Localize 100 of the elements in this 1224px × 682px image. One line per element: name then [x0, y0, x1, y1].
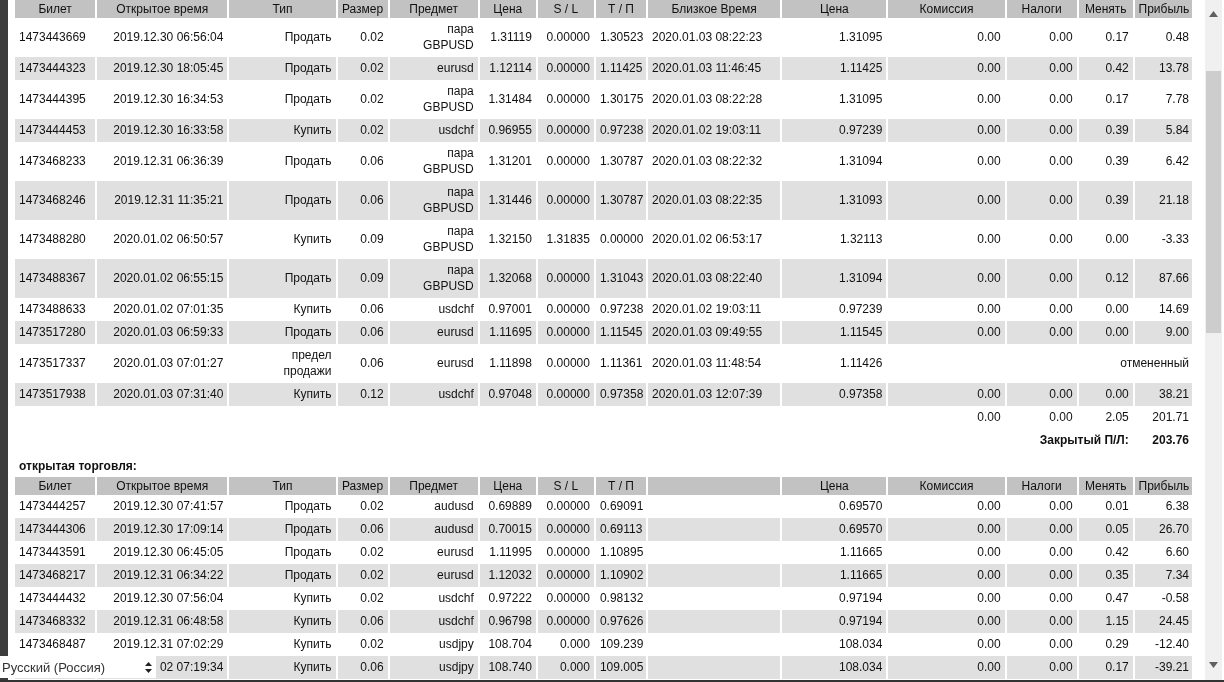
- table-cell-text: 0.00000: [598, 231, 645, 248]
- table-cell-text: 0.69889: [487, 498, 533, 515]
- column-header: Комиссия: [888, 0, 1005, 18]
- table-cell-text: -3.33: [1160, 231, 1190, 248]
- table-cell-text: 2.05: [1104, 409, 1130, 426]
- table-cell-text: 108.034: [838, 636, 884, 653]
- table-cell: 38.21: [1134, 383, 1192, 406]
- table-cell: 0.00: [1006, 610, 1077, 633]
- table-cell-text: Продать: [283, 29, 333, 46]
- table-cell: 1.31094: [782, 259, 887, 298]
- table-cell-text: 108.704: [487, 636, 533, 653]
- table-cell-text: Продать: [283, 544, 333, 561]
- table-cell-text: 2020.01.03 08:22:32: [651, 153, 764, 170]
- table-cell-text: 1473443669: [18, 29, 87, 46]
- table-cell-text: 1.31835: [545, 231, 591, 248]
- column-header: Открытое время: [97, 477, 228, 495]
- table-cell: 1.11425: [595, 57, 646, 80]
- table-cell: 2020.01.03 11:46:45: [648, 57, 781, 80]
- table-cell-text: 0.29: [1104, 636, 1130, 653]
- table-cell-text: 0.00: [1048, 301, 1074, 318]
- column-header: Цена: [782, 0, 887, 18]
- table-cell: 2019.12.31 06:48:58: [97, 610, 228, 633]
- table-cell: 2020.01.02 19:03:11: [648, 119, 781, 142]
- table-cell-text: 1.31484: [487, 91, 533, 108]
- table-cell: 1473444306: [15, 518, 96, 541]
- table-cell-text: 0.02: [359, 590, 385, 607]
- table-cell-text: 0.00: [1048, 29, 1074, 46]
- table-cell: Купить: [229, 656, 336, 679]
- table-cell-text: 0.02: [359, 91, 385, 108]
- table-cell-text: 1.31095: [838, 91, 884, 108]
- scroll-up-icon[interactable]: [1209, 11, 1218, 17]
- column-header: Предмет: [389, 0, 478, 18]
- table-cell-text: 109.239: [598, 636, 645, 653]
- table-cell-text: 0.97239: [838, 301, 884, 318]
- column-header: Налоги: [1006, 477, 1077, 495]
- table-cell-text: usdchf: [437, 301, 475, 318]
- table-cell-text: -12.40: [1153, 636, 1190, 653]
- table-cell-text: пара GBPUSD: [422, 21, 475, 54]
- table-cell-text: 0.02: [359, 29, 385, 46]
- table-cell: 0.00000: [537, 321, 594, 344]
- table-cell-text: 2020.01.03 11:48:54: [651, 355, 763, 372]
- table-cell: 2019.12.31 06:34:22: [97, 564, 228, 587]
- table-cell-text: 0.01: [1104, 498, 1130, 515]
- table-cell: 0.02: [337, 119, 388, 142]
- table-cell-text: audusd: [433, 498, 475, 515]
- table-cell-text: 0.00000: [545, 498, 591, 515]
- table-cell: 0.00: [1006, 383, 1077, 406]
- table-cell-text: 0.00000: [545, 590, 591, 607]
- table-cell-text: 1473468487: [18, 636, 87, 653]
- table-cell: 0.00: [1006, 656, 1077, 679]
- table-cell: 0.05: [1078, 518, 1133, 541]
- column-header: Билет: [15, 0, 96, 18]
- table-cell: 0.39: [1078, 119, 1133, 142]
- table-cell-text: 0.48: [1164, 29, 1190, 46]
- table-cell-text: 1.11426: [838, 355, 884, 372]
- table-cell: 0.06: [337, 518, 388, 541]
- table-cell-text: 0.97238: [598, 301, 645, 318]
- scrollbar[interactable]: [1205, 0, 1222, 680]
- column-header: Цена: [782, 477, 887, 495]
- table-cell: 0.00000: [537, 610, 594, 633]
- table-cell-text: 0.69091: [598, 498, 645, 515]
- table-cell-text: 0.00000: [545, 153, 591, 170]
- table-cell-text: 7.78: [1164, 91, 1190, 108]
- table-cell: 0.00: [888, 119, 1005, 142]
- table-cell: 2020.01.03 08:22:35: [648, 181, 781, 220]
- table-cell: usdchf: [389, 383, 478, 406]
- column-header: Билет: [15, 477, 96, 495]
- table-cell: 0.69113: [595, 518, 646, 541]
- table-cell-text: 1.31095: [838, 29, 884, 46]
- table-cell-text: 201.71: [1151, 409, 1190, 426]
- table-cell-text: пара GBPUSD: [422, 83, 475, 116]
- table-cell-text: 0.06: [359, 355, 385, 372]
- table-cell-text: 1.32113: [838, 231, 884, 248]
- table-cell: 0.70015: [479, 518, 536, 541]
- table-cell: 2019.12.30 18:05:45: [97, 57, 228, 80]
- table-cell: 0.00000: [537, 383, 594, 406]
- table-cell: 0.00: [1006, 321, 1077, 344]
- table-cell: usdchf: [389, 119, 478, 142]
- language-select[interactable]: Русский (Россия): [0, 656, 156, 678]
- table-cell: 1.31446: [479, 181, 536, 220]
- table-cell: 0.00000: [537, 181, 594, 220]
- column-header: Комиссия: [888, 477, 1005, 495]
- table-cell-text: Продать: [283, 153, 333, 170]
- table-cell-text: 0.00: [1048, 498, 1074, 515]
- scroll-down-icon[interactable]: [1209, 662, 1218, 668]
- table-cell: 0.00: [1006, 259, 1077, 298]
- table-cell: 0.00: [888, 259, 1005, 298]
- table-cell-text: 0.69570: [838, 498, 884, 515]
- table-cell: 0.06: [337, 321, 388, 344]
- table-cell-text: 2019.12.30 07:56:04: [112, 590, 225, 607]
- table-cell: 0.00000: [537, 119, 594, 142]
- table-cell: 1.11695: [479, 321, 536, 344]
- table-cell: Продать: [229, 181, 336, 220]
- table-cell: 109.005: [595, 656, 646, 679]
- table-cell: 87.66: [1134, 259, 1192, 298]
- table-cell: 0.97358: [782, 383, 887, 406]
- table-cell-text: 0.00: [976, 301, 1002, 318]
- table-cell-text: 0.00: [976, 636, 1002, 653]
- table-cell: audusd: [389, 518, 478, 541]
- scrollbar-thumb[interactable]: [1206, 71, 1221, 333]
